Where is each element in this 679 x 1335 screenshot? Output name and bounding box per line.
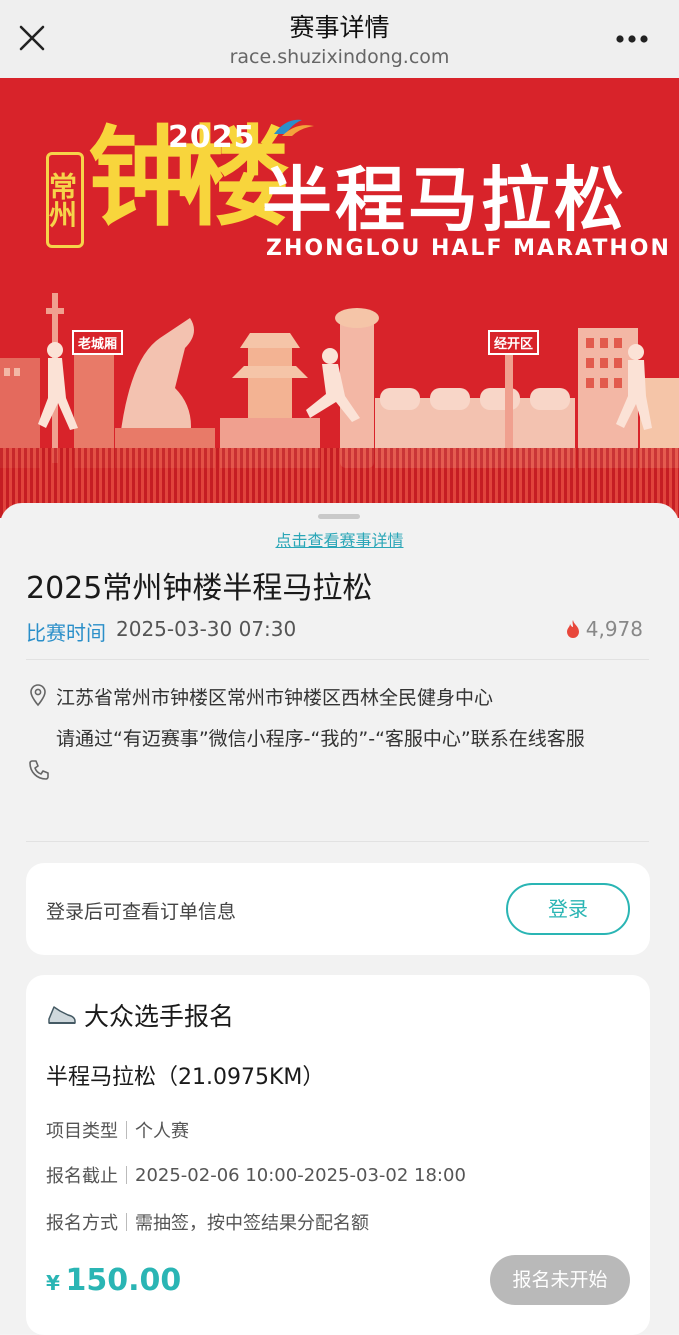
login-prompt-text: 登录后可查看订单信息 bbox=[46, 901, 237, 923]
registration-not-started-button[interactable]: 报名未开始 bbox=[490, 1255, 630, 1305]
info-row-method: 报名方式 需抽签，按中签结果分配名额 bbox=[46, 1209, 369, 1235]
info-row-value: 需抽签，按中签结果分配名额 bbox=[135, 1213, 369, 1234]
running-shoe-icon bbox=[48, 1006, 76, 1024]
top-nav-bar: 赛事详情 race.shuzixindong.com bbox=[0, 0, 679, 78]
race-logo-icon bbox=[274, 119, 314, 136]
divider bbox=[26, 841, 649, 842]
event-detail-sheet: 点击查看赛事详情 2025常州钟楼半程马拉松 比赛时间 2025-03-30 0… bbox=[0, 503, 679, 1335]
event-location: 江苏省常州市钟楼区常州市钟楼区西林全民健身中心 bbox=[56, 687, 494, 709]
divider bbox=[26, 659, 649, 660]
banner-year: 2025 bbox=[168, 120, 256, 155]
login-button[interactable]: 登录 bbox=[506, 883, 630, 935]
phone-icon bbox=[29, 760, 49, 780]
separator bbox=[126, 1166, 127, 1184]
info-row-key: 报名方式 bbox=[46, 1213, 118, 1234]
info-row-key: 报名截止 bbox=[46, 1166, 118, 1187]
info-row-key: 项目类型 bbox=[46, 1121, 118, 1142]
info-row-type: 项目类型 个人赛 bbox=[46, 1117, 189, 1143]
more-icon[interactable] bbox=[615, 34, 649, 44]
info-row-value: 个人赛 bbox=[135, 1121, 189, 1142]
view-event-details-link[interactable]: 点击查看赛事详情 bbox=[0, 527, 679, 551]
landmark-tag-economic-zone: 经开区 bbox=[488, 330, 540, 355]
login-prompt-card: 登录后可查看订单信息 登录 bbox=[26, 863, 650, 955]
event-title: 2025常州钟楼半程马拉松 bbox=[26, 571, 373, 606]
event-banner[interactable]: 常州 钟楼 2025 半程马拉松 ZHONGLOU HALF MARATHON … bbox=[0, 78, 679, 518]
contact-info: 请通过“有迈赛事”微信小程序-“我的”-“客服中心”联系在线客服 bbox=[56, 721, 646, 757]
fire-icon bbox=[566, 620, 579, 638]
landmark-tag-old-town: 老城厢 bbox=[72, 330, 124, 355]
race-time-value: 2025-03-30 07:30 bbox=[116, 617, 297, 641]
registration-title: 大众选手报名 bbox=[84, 1002, 235, 1031]
info-row-value: 2025-02-06 10:00-2025-03-02 18:00 bbox=[135, 1164, 466, 1186]
price-amount: 150.00 bbox=[65, 1263, 182, 1298]
banner-subtitle: 半程马拉松 bbox=[262, 159, 627, 241]
separator bbox=[126, 1213, 127, 1231]
sheet-drag-handle[interactable] bbox=[318, 514, 360, 519]
separator bbox=[126, 1121, 127, 1139]
banner-english-title: ZHONGLOU HALF MARATHON bbox=[266, 236, 671, 261]
page-title: 赛事详情 bbox=[289, 13, 390, 42]
view-count: 4,978 bbox=[564, 617, 643, 641]
currency-symbol: ¥ bbox=[46, 1271, 60, 1295]
page-url: race.shuzixindong.com bbox=[229, 46, 450, 68]
registration-card: 大众选手报名 半程马拉松（21.0975KM） 项目类型 个人赛 报名截止 20… bbox=[26, 975, 650, 1335]
view-count-value: 4,978 bbox=[585, 617, 643, 641]
contact-text: 请通过“有迈赛事”微信小程序-“我的”-“客服中心”联系在线客服 bbox=[56, 728, 585, 750]
banner-city-badge: 常州 bbox=[45, 152, 84, 248]
info-row-deadline: 报名截止 2025-02-06 10:00-2025-03-02 18:00 bbox=[46, 1162, 466, 1188]
price: ¥ 150.00 bbox=[46, 1263, 181, 1298]
race-category-name: 半程马拉松（21.0975KM） bbox=[46, 1065, 325, 1090]
race-time-label: 比赛时间 bbox=[26, 621, 106, 645]
location-pin-icon bbox=[30, 684, 46, 707]
city-skyline-illustration bbox=[0, 293, 679, 468]
